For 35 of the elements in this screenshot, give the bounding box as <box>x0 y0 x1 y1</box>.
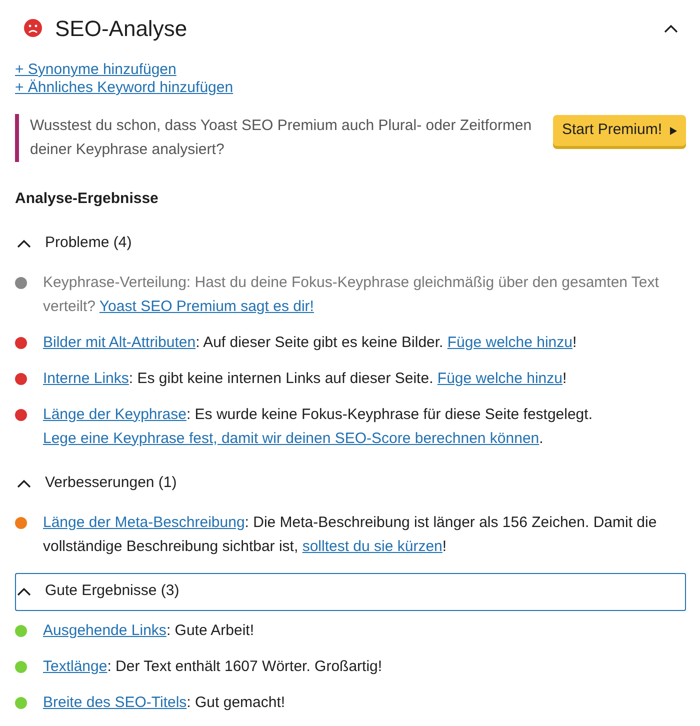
sad-face-icon <box>23 18 43 38</box>
result-link[interactable]: Ausgehende Links <box>43 622 166 638</box>
result-link[interactable]: Füge welche hinzu <box>437 370 562 386</box>
result-link[interactable]: Interne Links <box>43 370 129 386</box>
section-toggle[interactable]: Gute Ergebnisse (3) <box>15 572 686 610</box>
section-toggle[interactable]: Verbesserungen (1) <box>15 464 686 502</box>
result-text: Keyphrase-Verteilung: Hast du deine Fokus-Keyphrase gleichmäßig über den gesamten Text verteilt? Yoast SEO Premium sagt es dir! <box>43 272 660 316</box>
result-text: Textlänge: Der Text enthält 1607 Wörter. Großartig! <box>43 656 382 676</box>
result-link[interactable]: Textlänge <box>43 658 108 674</box>
start-premium-button[interactable]: Start Premium! <box>552 115 686 146</box>
section-toggle[interactable]: Probleme (4) <box>15 224 686 262</box>
play-icon <box>670 126 677 134</box>
result-text: Länge der Keyphrase: Es wurde keine Fokus-Keyphrase für diese Seite festgelegt. Lege eine Keyphrase fest, damit wir deinen SEO-Score berechnen können. <box>43 404 594 448</box>
result-text: Länge der Meta-Beschreibung: Die Meta-Beschreibung ist länger als 156 Zeichen. Damit die vollständige Beschreibung sichtbar ist, solltest du sie kürzen! <box>43 512 658 556</box>
chevron-icon <box>17 479 31 488</box>
result-text: Interne Links: Es gibt keine internen Links auf dieser Seite. Füge welche hinzu! <box>43 368 567 388</box>
result-text: Ausgehende Links: Gute Arbeit! <box>43 620 254 640</box>
result-text: Bilder mit Alt-Attributen: Auf dieser Seite gibt es keine Bilder. Füge welche hinzu! <box>43 332 577 352</box>
result-link[interactable]: Länge der Keyphrase <box>43 406 186 422</box>
result-link[interactable]: Breite des SEO-Titels <box>43 694 187 710</box>
result-link[interactable]: solltest du sie kürzen <box>302 538 442 554</box>
result-link[interactable]: Bilder mit Alt-Attributen <box>43 334 196 350</box>
result-link[interactable]: Yoast SEO Premium sagt es dir! <box>99 298 314 314</box>
add-keyword-link[interactable]: + Ähnliches Keyword hinzufügen <box>15 79 234 97</box>
add-keyword-link[interactable]: + Synonyme hinzufügen <box>15 61 176 79</box>
premium-notice-text: Wusstest du schon, dass Yoast SEO Premium auch Plural- oder Zeitformen deiner Keyphrase analysiert? <box>30 116 533 160</box>
results-heading: Analyse-Ergebnisse <box>15 189 160 209</box>
result-link[interactable]: Länge der Meta-Beschreibung <box>43 514 245 530</box>
result-text: Breite des SEO-Titels: Gut gemacht! <box>43 692 286 712</box>
result-link[interactable]: Lege eine Keyphrase fest, damit wir deinen SEO-Score berechnen können <box>43 430 540 446</box>
chevron-icon <box>664 24 678 32</box>
panel-title: SEO-Analyse <box>55 14 188 43</box>
chevron-icon <box>17 239 31 248</box>
chevron-icon <box>17 587 31 596</box>
result-link[interactable]: Füge welche hinzu <box>447 334 572 350</box>
